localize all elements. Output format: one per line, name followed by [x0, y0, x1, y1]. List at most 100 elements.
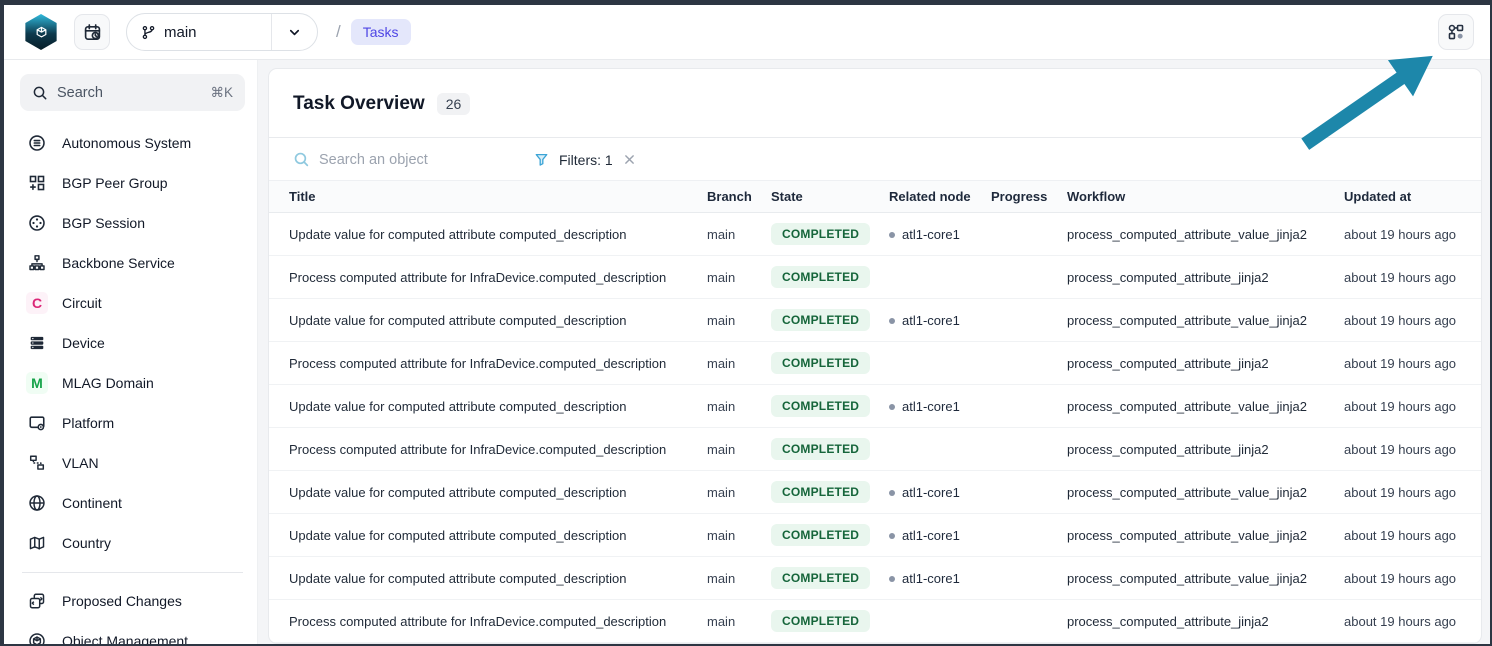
sidebar-item-vlan[interactable]: VLAN [20, 443, 245, 483]
table-row[interactable]: Process computed attribute for InfraDevi… [269, 600, 1481, 643]
sidebar-item-country[interactable]: Country [20, 523, 245, 563]
task-title: Process computed attribute for InfraDevi… [269, 342, 707, 385]
breadcrumb-separator: / [336, 22, 341, 42]
sidebar-item-label: VLAN [62, 455, 99, 471]
status-badge: COMPLETED [771, 610, 870, 632]
object-management-icon [28, 632, 46, 644]
branch-dropdown-toggle[interactable] [271, 14, 317, 50]
task-state: COMPLETED [771, 471, 889, 514]
branch-current: main [127, 24, 271, 41]
schema-button[interactable] [1438, 14, 1474, 50]
task-branch: main [707, 557, 771, 600]
card-header: Task Overview 26 [269, 69, 1481, 138]
sidebar-item-label: Circuit [62, 295, 102, 311]
task-title: Update value for computed attribute comp… [269, 514, 707, 557]
task-updated-at: about 19 hours ago [1344, 600, 1481, 643]
table-row[interactable]: Process computed attribute for InfraDevi… [269, 428, 1481, 471]
app-window: main / Tasks ⌘K Autonomou [4, 5, 1490, 644]
filters-indicator[interactable]: Filters: 1 [534, 152, 636, 168]
table-footer: Showing 1 to 10 of 26 results 10 Previou… [269, 643, 1481, 644]
col-state: State [771, 181, 889, 213]
sidebar-item-mlag-domain[interactable]: M MLAG Domain [20, 363, 245, 403]
task-updated-at: about 19 hours ago [1344, 428, 1481, 471]
device-server-icon [28, 334, 46, 352]
backbone-service-icon [28, 254, 46, 272]
sidebar-item-backbone-service[interactable]: Backbone Service [20, 243, 245, 283]
sidebar-nav: Autonomous System BGP Peer Group BGP Ses… [20, 123, 245, 563]
table-row[interactable]: Update value for computed attribute comp… [269, 471, 1481, 514]
task-related-node [889, 256, 991, 299]
breadcrumb-tasks[interactable]: Tasks [351, 19, 411, 45]
task-workflow: process_computed_attribute_jinja2 [1067, 256, 1344, 299]
sidebar-item-platform[interactable]: Platform [20, 403, 245, 443]
task-branch: main [707, 428, 771, 471]
app-logo[interactable] [24, 14, 58, 50]
task-updated-at: about 19 hours ago [1344, 385, 1481, 428]
sidebar-item-proposed-changes[interactable]: Proposed Changes [20, 581, 245, 621]
task-workflow: process_computed_attribute_jinja2 [1067, 342, 1344, 385]
node-dot [889, 232, 895, 238]
main-area: Task Overview 26 Filters: 1 [258, 60, 1490, 644]
bgp-session-icon [28, 214, 46, 232]
task-workflow: process_computed_attribute_value_jinja2 [1067, 471, 1344, 514]
task-title: Update value for computed attribute comp… [269, 471, 707, 514]
sidebar-item-bgp-peer-group[interactable]: BGP Peer Group [20, 163, 245, 203]
mlag-letter-icon: M [26, 372, 48, 394]
sidebar-item-circuit[interactable]: C Circuit [20, 283, 245, 323]
sidebar-item-continent[interactable]: Continent [20, 483, 245, 523]
task-state: COMPLETED [771, 600, 889, 643]
sidebar-search[interactable]: ⌘K [20, 74, 245, 111]
task-progress [991, 213, 1067, 256]
task-progress [991, 600, 1067, 643]
sidebar-item-bgp-session[interactable]: BGP Session [20, 203, 245, 243]
node-dot [889, 318, 895, 324]
status-badge: COMPLETED [771, 395, 870, 417]
col-updated-at: Updated at [1344, 181, 1481, 213]
sidebar-item-label: Autonomous System [62, 135, 191, 151]
table-row[interactable]: Process computed attribute for InfraDevi… [269, 256, 1481, 299]
sidebar-item-label: Device [62, 335, 105, 351]
task-updated-at: about 19 hours ago [1344, 471, 1481, 514]
search-icon [32, 85, 48, 101]
table-row[interactable]: Update value for computed attribute comp… [269, 385, 1481, 428]
table-row[interactable]: Update value for computed attribute comp… [269, 514, 1481, 557]
sidebar-search-input[interactable] [57, 85, 201, 101]
sidebar-item-object-management[interactable]: Object Management [20, 621, 245, 644]
task-updated-at: about 19 hours ago [1344, 256, 1481, 299]
task-state: COMPLETED [771, 256, 889, 299]
table-row[interactable]: Process computed attribute for InfraDevi… [269, 342, 1481, 385]
sidebar-item-label: BGP Peer Group [62, 175, 168, 191]
task-updated-at: about 19 hours ago [1344, 514, 1481, 557]
task-updated-at: about 19 hours ago [1344, 213, 1481, 256]
task-related-node: atl1-core1 [889, 557, 991, 600]
sidebar-item-autonomous-system[interactable]: Autonomous System [20, 123, 245, 163]
calendar-button[interactable] [74, 14, 110, 50]
task-branch: main [707, 256, 771, 299]
task-state: COMPLETED [771, 342, 889, 385]
task-branch: main [707, 514, 771, 557]
status-badge: COMPLETED [771, 524, 870, 546]
task-related-node: atl1-core1 [889, 213, 991, 256]
col-progress: Progress [991, 181, 1067, 213]
status-badge: COMPLETED [771, 223, 870, 245]
table-row[interactable]: Update value for computed attribute comp… [269, 299, 1481, 342]
object-search[interactable] [293, 151, 508, 168]
clear-filters-icon[interactable] [623, 153, 636, 166]
task-title: Update value for computed attribute comp… [269, 299, 707, 342]
task-progress [991, 557, 1067, 600]
task-related-node: atl1-core1 [889, 514, 991, 557]
sidebar-divider [22, 572, 243, 573]
table-row[interactable]: Update value for computed attribute comp… [269, 557, 1481, 600]
object-search-input[interactable] [319, 152, 489, 168]
col-branch: Branch [707, 181, 771, 213]
task-workflow: process_computed_attribute_value_jinja2 [1067, 385, 1344, 428]
task-progress [991, 514, 1067, 557]
task-related-node [889, 342, 991, 385]
branch-selector[interactable]: main [126, 13, 318, 51]
task-state: COMPLETED [771, 385, 889, 428]
task-title: Update value for computed attribute comp… [269, 385, 707, 428]
chevron-down-icon [287, 25, 302, 40]
table-row[interactable]: Update value for computed attribute comp… [269, 213, 1481, 256]
task-updated-at: about 19 hours ago [1344, 342, 1481, 385]
sidebar-item-device[interactable]: Device [20, 323, 245, 363]
